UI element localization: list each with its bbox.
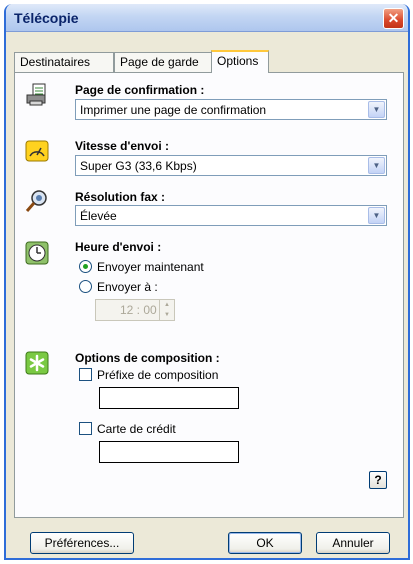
- chevron-down-icon[interactable]: ▼: [368, 207, 385, 224]
- send-at-label: Envoyer à :: [97, 280, 158, 294]
- speedometer-icon: [25, 140, 49, 162]
- send-at-option[interactable]: Envoyer à :: [79, 279, 199, 295]
- send-time-spinner[interactable]: 12 : 00 ▲ ▼: [95, 299, 175, 321]
- spin-up-icon[interactable]: ▲: [160, 300, 174, 310]
- prefix-label: Préfixe de composition: [97, 368, 219, 382]
- options-panel: Page de confirmation : Imprimer une page…: [14, 72, 404, 518]
- credit-card-option[interactable]: Carte de crédit: [79, 421, 219, 437]
- chevron-down-icon[interactable]: ▼: [368, 157, 385, 174]
- tab-destinataires[interactable]: Destinataires: [14, 52, 114, 72]
- send-now-option[interactable]: Envoyer maintenant: [79, 259, 239, 275]
- resolution-value: Élevée: [80, 209, 117, 223]
- confirmation-select[interactable]: Imprimer une page de confirmation ▼: [75, 99, 387, 120]
- spinner-buttons: ▲ ▼: [159, 300, 174, 320]
- resolution-select[interactable]: Élevée ▼: [75, 205, 387, 226]
- printer-page-icon: [26, 83, 46, 106]
- prefix-option[interactable]: Préfixe de composition: [79, 367, 249, 383]
- credit-card-label: Carte de crédit: [97, 422, 176, 436]
- title-bar[interactable]: Télécopie ✕: [6, 4, 408, 32]
- clock-icon: [25, 241, 49, 265]
- preferences-button[interactable]: Préférences...: [30, 532, 134, 554]
- confirmation-label: Page de confirmation :: [75, 83, 205, 97]
- send-time-value: 12 : 00: [120, 303, 157, 317]
- confirmation-value: Imprimer une page de confirmation: [80, 103, 267, 117]
- magnifier-icon: [25, 190, 47, 212]
- ok-button[interactable]: OK: [228, 532, 302, 554]
- send-time-label: Heure d'envoi :: [75, 240, 162, 254]
- help-button[interactable]: ?: [369, 471, 387, 489]
- asterisk-icon: [25, 351, 49, 375]
- speed-label: Vitesse d'envoi :: [75, 139, 170, 153]
- prefix-checkbox[interactable]: [79, 368, 92, 381]
- speed-value: Super G3 (33,6 Kbps): [80, 159, 197, 173]
- tab-options[interactable]: Options: [211, 50, 269, 73]
- prefix-input[interactable]: [99, 387, 239, 409]
- fax-dialog-window: Télécopie ✕ Destinataires Page de garde …: [4, 4, 410, 560]
- spin-down-icon[interactable]: ▼: [160, 310, 174, 320]
- cancel-button[interactable]: Annuler: [316, 532, 390, 554]
- dial-options-label: Options de composition :: [75, 351, 220, 365]
- credit-card-checkbox[interactable]: [79, 422, 92, 435]
- tab-page-de-garde[interactable]: Page de garde: [114, 52, 212, 72]
- window-title: Télécopie: [14, 10, 79, 26]
- send-at-radio[interactable]: [79, 280, 92, 293]
- resolution-label: Résolution fax :: [75, 190, 166, 204]
- credit-card-input[interactable]: [99, 441, 239, 463]
- speed-select[interactable]: Super G3 (33,6 Kbps) ▼: [75, 155, 387, 176]
- send-now-label: Envoyer maintenant: [97, 260, 204, 274]
- close-button[interactable]: ✕: [383, 8, 404, 29]
- send-now-radio[interactable]: [79, 260, 92, 273]
- chevron-down-icon[interactable]: ▼: [368, 101, 385, 118]
